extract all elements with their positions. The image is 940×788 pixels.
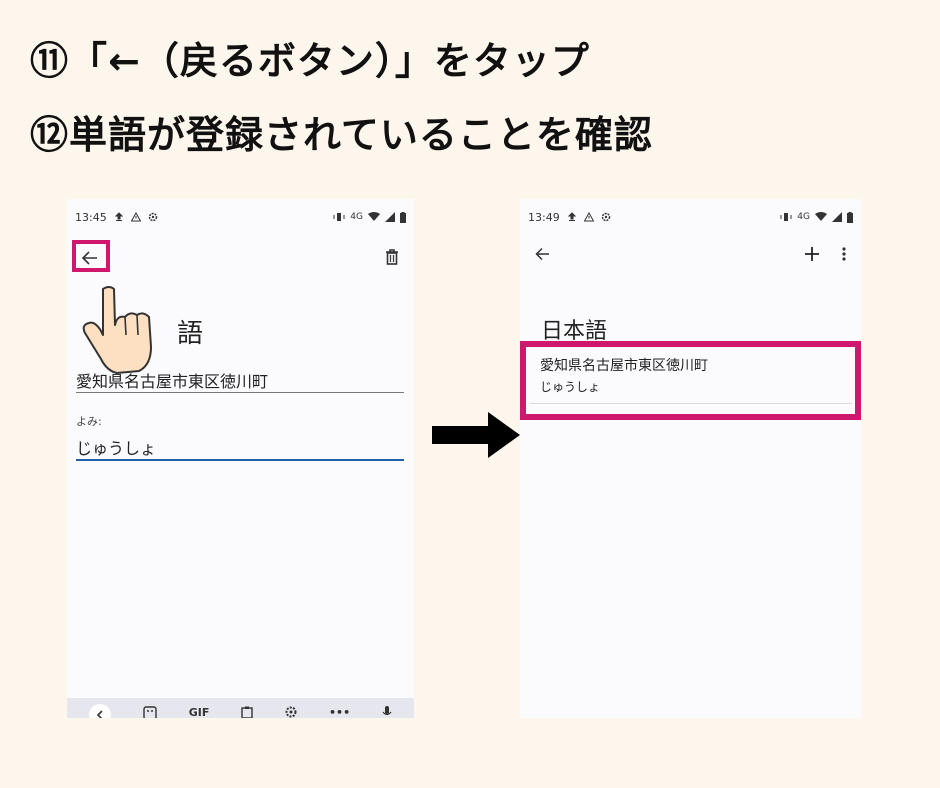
battery-icon (400, 211, 406, 223)
phone-screen-dictionary: 13:49 4G 日本語 愛知県名古屋市東区徳川町 じゅうしょ (520, 199, 861, 718)
gear-icon (601, 212, 610, 222)
status-bar: 13:49 4G (528, 209, 853, 225)
language-title: 語 (177, 319, 204, 349)
battery-icon (847, 211, 853, 223)
delete-button[interactable] (382, 247, 402, 267)
status-time: 13:49 (528, 210, 560, 224)
gif-button[interactable]: GIF (189, 706, 210, 719)
network-label: 4G (350, 212, 363, 222)
wifi-icon (368, 212, 380, 221)
emoji-icon (143, 706, 157, 718)
phone-screen-edit: 13:45 4G 語 よみ: GIF (67, 199, 414, 718)
mic-icon (382, 706, 392, 716)
network-label: 4G (797, 212, 810, 222)
keyboard-collapse-button[interactable] (88, 704, 111, 718)
instruction-step-11: ⑪「←（戻るボタン）」をタップ (30, 39, 590, 83)
instruction-step-12: ⑫単語が登録されていることを確認 (30, 113, 653, 157)
yomi-label: よみ: (76, 415, 102, 428)
vibrate-icon (333, 213, 345, 221)
upload-icon (567, 212, 576, 221)
status-bar: 13:45 4G (75, 209, 406, 225)
arrow-back-icon (535, 247, 549, 261)
yomi-input[interactable] (76, 435, 404, 461)
upload-icon (114, 212, 123, 221)
gear-icon (285, 706, 297, 718)
clipboard-button[interactable] (241, 706, 253, 718)
clipboard-icon (241, 706, 253, 718)
pointing-hand-icon (82, 286, 152, 374)
add-icon (805, 247, 819, 261)
mic-button[interactable] (382, 706, 392, 718)
wifi-icon (815, 212, 827, 221)
warning-icon (130, 212, 141, 222)
signal-icon (832, 212, 842, 222)
trash-icon (386, 249, 398, 265)
gear-icon (148, 212, 157, 222)
back-button-highlight (72, 240, 110, 272)
entry-highlight (520, 341, 861, 420)
signal-icon (385, 212, 395, 222)
emoji-button[interactable] (143, 706, 157, 718)
back-button[interactable] (532, 243, 554, 265)
settings-button[interactable] (285, 706, 297, 718)
add-button[interactable] (801, 243, 823, 265)
chevron-left-icon (96, 710, 103, 718)
keyboard-toolbar: GIF ••• (67, 698, 414, 718)
more-button[interactable]: ••• (329, 706, 350, 719)
more-vert-icon (842, 247, 846, 261)
warning-icon (583, 212, 594, 222)
vibrate-icon (780, 213, 792, 221)
arrow-right-icon (432, 412, 520, 458)
status-time: 13:45 (75, 210, 107, 224)
more-options-button[interactable] (837, 243, 851, 265)
